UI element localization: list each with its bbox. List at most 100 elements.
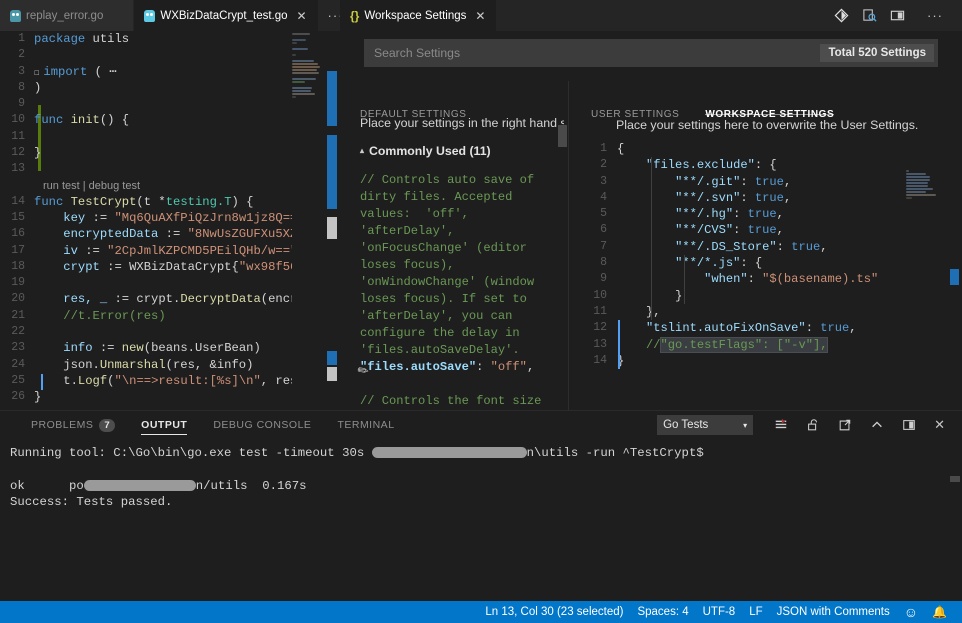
status-eol[interactable]: LF [742, 601, 769, 623]
close-panel-icon[interactable]: ✕ [925, 417, 954, 433]
panel-tab-output[interactable]: OUTPUT [128, 411, 200, 439]
scrollbar-thumb[interactable] [327, 217, 337, 239]
settings-editor-tabbar: {} Workspace Settings ✕ ··· [340, 0, 962, 31]
scroll-decoration [950, 269, 959, 285]
code-token: } [34, 146, 41, 160]
fold-expand-icon[interactable]: ☐ [34, 68, 39, 78]
feedback-smiley-icon[interactable]: ☺ [897, 601, 925, 623]
line-number: 21 [0, 308, 34, 324]
tab-workspace-settings[interactable]: WORKSPACE SETTINGS [705, 109, 834, 115]
default-settings-title: DEFAULT SETTINGS [352, 81, 564, 109]
line-number: 4 [583, 190, 617, 206]
section-commonly-used[interactable]: ▴Commonly Used (11) [352, 130, 564, 158]
code-token: "2CpJmlKZPCMD5PEilQHb/w==" [107, 244, 297, 258]
tab-user-settings[interactable]: USER SETTINGS [591, 109, 679, 114]
line-number: 3 [0, 64, 34, 80]
code-token: , [527, 360, 534, 374]
tab-workspace-settings[interactable]: {} Workspace Settings ✕ [340, 0, 497, 31]
status-encoding[interactable]: UTF-8 [696, 601, 743, 623]
default-settings-scrollbar[interactable] [558, 81, 567, 410]
output-line: n/utils 0.167s [196, 479, 307, 493]
code-token: testing.T [166, 195, 232, 209]
workspace-settings-pane[interactable]: USER SETTINGS WORKSPACE SETTINGS Place y… [583, 81, 962, 410]
line-number: 8 [583, 255, 617, 271]
line-number: 6 [583, 222, 617, 238]
maximize-panel-icon[interactable] [861, 418, 893, 432]
left-code-editor[interactable]: 1package utils 2 3☐import ( ⋯ 8) 9 10fun… [0, 31, 340, 410]
scrollbar-thumb[interactable] [558, 125, 567, 147]
bottom-panel: PROBLEMS 7 OUTPUT DEBUG CONSOLE TERMINAL… [0, 410, 962, 600]
redacted-path [84, 480, 196, 491]
line-number: 10 [0, 112, 34, 128]
workspace-settings-minimap[interactable] [906, 169, 950, 199]
output-line: Running tool: C:\Go\bin\go.exe test -tim… [10, 446, 372, 460]
code-token: new [122, 341, 144, 355]
toggle-sidebar-icon[interactable] [893, 418, 925, 432]
output-channel-select[interactable]: Go Tests ▾ [657, 415, 753, 435]
code-token: := [78, 244, 107, 258]
editor-vertical-scrollbar[interactable] [326, 31, 338, 410]
output-scrollbar-thumb[interactable] [950, 476, 960, 482]
code-token: WXBizDataCrypt [129, 260, 231, 274]
default-settings-pane[interactable]: DEFAULT SETTINGS Place your settings in … [352, 81, 564, 410]
code-token: := [100, 260, 129, 274]
redacted-path [372, 447, 527, 458]
output-content[interactable]: Running tool: C:\Go\bin\go.exe test -tim… [0, 439, 962, 600]
code-token: ) { [232, 195, 254, 209]
setting-value: "off" [491, 360, 527, 374]
search-settings-box[interactable]: Search Settings Total 520 Settings [364, 39, 938, 67]
split-diff-icon[interactable] [834, 8, 849, 23]
output-channel-value: Go Tests [663, 419, 708, 431]
close-icon[interactable]: ✕ [474, 10, 486, 22]
left-editor-code: 1package utils 2 3☐import ( ⋯ 8) 9 10fun… [0, 31, 340, 406]
json-value: "$(basename).ts" [762, 272, 878, 286]
line-number: 11 [0, 129, 34, 145]
settings-pane-divider[interactable] [568, 81, 569, 410]
chevron-down-icon[interactable]: ▾ [743, 421, 747, 430]
go-file-icon [144, 10, 155, 22]
panel-tab-debug-console[interactable]: DEBUG CONSOLE [200, 411, 324, 439]
tab-wxbizdatacrypt-test-go[interactable]: WXBizDataCrypt_test.go ✕ [134, 0, 318, 31]
line-number: 14 [0, 194, 34, 210]
workspace-settings-scrollbar[interactable] [950, 131, 961, 410]
split-editor-icon[interactable] [890, 8, 905, 23]
code-token: () { [100, 113, 129, 127]
code-token: utils [93, 32, 130, 46]
total-settings-badge: Total 520 Settings [820, 44, 934, 62]
open-settings-json-icon[interactable] [862, 8, 877, 23]
status-language-mode[interactable]: JSON with Comments [770, 601, 897, 623]
status-indentation[interactable]: Spaces: 4 [630, 601, 695, 623]
json-braces-icon: {} [350, 9, 359, 23]
setting-files-autosave[interactable]: "files.autoSave": "off", [360, 359, 564, 376]
line-number: 25 [0, 373, 34, 389]
panel-tab-terminal[interactable]: TERMINAL [324, 411, 407, 439]
search-input[interactable]: Search Settings [374, 46, 820, 60]
open-in-editor-icon[interactable] [829, 418, 861, 432]
selected-text[interactable]: "go.testFlags": ["-v"], [661, 338, 828, 352]
code-token: import [43, 65, 87, 79]
tab-replay-error-go[interactable]: replay_error.go ✕ [0, 0, 134, 31]
json-value: true [791, 240, 820, 254]
notifications-bell-icon[interactable]: 🔔 [925, 601, 954, 623]
close-icon[interactable]: ✕ [296, 10, 308, 22]
comment-line: 'files.autoSaveDelay'. [360, 342, 564, 359]
status-editor-selection[interactable]: Ln 13, Col 30 (23 selected) [478, 601, 630, 623]
line-number: 22 [0, 324, 34, 340]
line-number: 17 [0, 243, 34, 259]
line-number: 1 [0, 31, 34, 47]
unlock-scroll-icon[interactable] [797, 418, 829, 432]
default-settings-code: // Controls auto save of dirty files. Ac… [352, 158, 564, 410]
more-actions-icon[interactable]: ··· [918, 8, 952, 23]
code-token: } [34, 390, 41, 404]
json-value: true [748, 207, 777, 221]
chevron-down-icon[interactable]: ▴ [360, 146, 364, 155]
code-lens-run-debug[interactable]: run test | debug test [0, 178, 340, 194]
code-token: DecryptData [180, 292, 260, 306]
status-bar: Ln 13, Col 30 (23 selected) Spaces: 4 UT… [0, 601, 962, 623]
editor-minimap[interactable] [292, 31, 324, 410]
panel-tab-problems[interactable]: PROBLEMS 7 [18, 411, 128, 439]
code-token: json. [63, 358, 100, 372]
clear-output-icon[interactable] [765, 418, 797, 432]
code-token: encryptedData [63, 227, 158, 241]
json-key: "**/.DS_Store" [675, 240, 777, 254]
